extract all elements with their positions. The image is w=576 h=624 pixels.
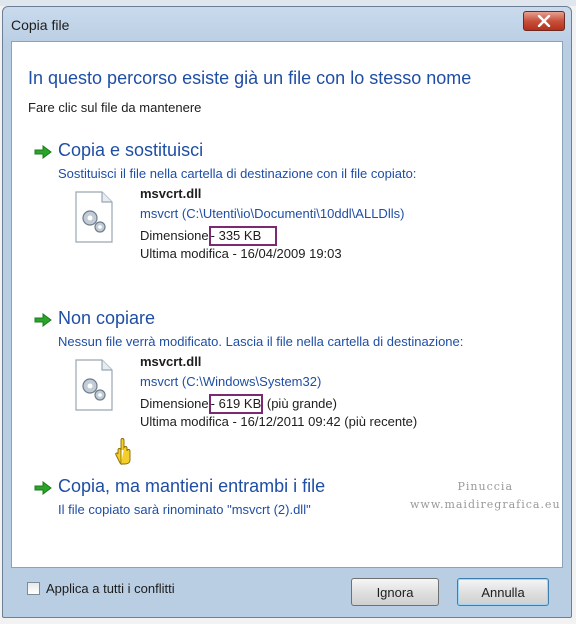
- dll-file-icon: [75, 359, 113, 411]
- option-copy-replace[interactable]: Copia e sostituisci Sostituisci il file …: [34, 140, 554, 261]
- file-modified: Ultima modifica - 16/12/2011 09:42 (più …: [140, 414, 418, 429]
- file-path: msvcrt (C:\Utenti\io\Documenti\10ddl\ALL…: [140, 206, 405, 221]
- dll-file-icon: [75, 191, 113, 243]
- green-arrow-icon: [34, 481, 52, 495]
- file-size-value: - 335 KB: [210, 228, 262, 243]
- option-description: Nessun file verrà modificato. Lascia il …: [58, 334, 464, 349]
- file-size-highlight: - 335 KB: [208, 226, 278, 246]
- ignore-button[interactable]: Ignora: [351, 578, 439, 606]
- pointing-hand-icon: [115, 438, 131, 466]
- checkbox-box[interactable]: [27, 582, 40, 595]
- window-title: Copia file: [11, 17, 70, 33]
- file-modified: Ultima modifica - 16/04/2009 19:03: [140, 246, 342, 261]
- option-description: Il file copiato sarà rinominato "msvcrt …: [58, 502, 311, 517]
- watermark-author: Pinuccia: [457, 480, 514, 493]
- option-title: Copia, ma mantieni entrambi i file: [58, 476, 326, 496]
- dialog-heading: In questo percorso esiste già un file co…: [28, 68, 472, 88]
- file-size-note: (più grande): [266, 396, 337, 411]
- file-size: Dimensione - 619 KB (più grande): [140, 394, 337, 414]
- file-path: msvcrt (C:\Windows\System32): [140, 374, 322, 389]
- file-name: msvcrt.dll: [140, 186, 202, 201]
- file-size-highlight: - 619 KB: [208, 394, 264, 414]
- close-button[interactable]: [523, 11, 565, 31]
- file-size-label: Dimensione: [140, 228, 209, 243]
- watermark-url: www.maidiregrafica.eu: [410, 498, 561, 511]
- file-details: msvcrt.dll msvcrt (C:\Utenti\io\Document…: [72, 186, 542, 276]
- watermark: Pinuccia www.maidiregrafica.eu: [410, 478, 561, 514]
- green-arrow-icon: [34, 145, 52, 159]
- dialog-content: In questo percorso esiste già un file co…: [11, 41, 563, 568]
- option-dont-copy[interactable]: Non copiare Nessun file verrà modificato…: [34, 308, 554, 438]
- dialog-footer: Applica a tutti i conflitti Ignora Annul…: [11, 568, 563, 612]
- file-size: Dimensione - 335 KB: [140, 226, 278, 246]
- option-title: Copia e sostituisci: [58, 140, 204, 160]
- option-title: Non copiare: [58, 308, 156, 328]
- cancel-button[interactable]: Annulla: [457, 578, 549, 606]
- file-size-value: - 619 KB: [210, 396, 262, 411]
- close-icon: [537, 15, 551, 27]
- apply-all-label: Applica a tutti i conflitti: [46, 581, 175, 596]
- file-name: msvcrt.dll: [140, 354, 202, 369]
- file-details: msvcrt.dll msvcrt (C:\Windows\System32) …: [72, 354, 542, 444]
- dialog-subheading: Fare clic sul file da mantenere: [28, 100, 202, 115]
- copy-file-dialog: Copia file In questo percorso esiste già…: [2, 6, 572, 618]
- option-description: Sostituisci il file nella cartella di de…: [58, 166, 417, 181]
- green-arrow-icon: [34, 313, 52, 327]
- file-size-label: Dimensione: [140, 396, 209, 411]
- apply-all-checkbox[interactable]: Applica a tutti i conflitti: [27, 581, 175, 596]
- title-bar[interactable]: Copia file: [3, 7, 571, 41]
